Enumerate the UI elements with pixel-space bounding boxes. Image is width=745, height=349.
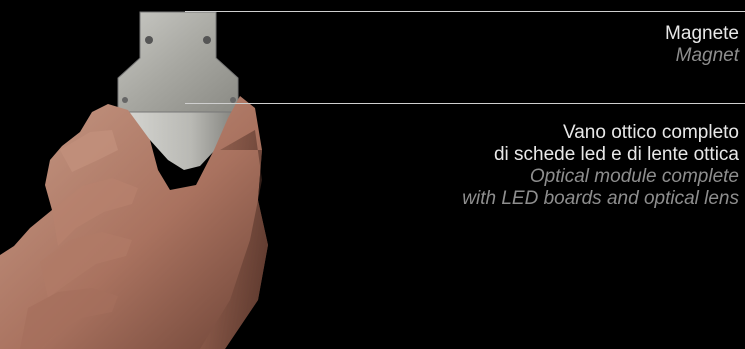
optical-label-en-line2: with LED boards and optical lens xyxy=(462,188,739,209)
magnet-label: Magnete Magnet xyxy=(665,23,739,67)
screw-icon xyxy=(203,36,211,44)
optical-label-it-line2: di schede led e di lente ottica xyxy=(493,144,739,165)
magnet-cap xyxy=(117,11,239,113)
optical-module-leader-line xyxy=(185,103,745,104)
magnet-leader-line xyxy=(185,11,745,12)
magnet-label-it: Magnete xyxy=(665,23,739,44)
product-photo-panel: Magnete Magnet Vano ottico completo di s… xyxy=(0,0,745,349)
optical-label-en-line1: Optical module complete xyxy=(529,166,739,187)
magnet-label-en: Magnet xyxy=(675,45,739,66)
optical-module-label: Vano ottico completo di schede led e di … xyxy=(462,122,739,210)
screw-icon xyxy=(122,97,128,103)
screw-icon xyxy=(145,36,153,44)
optical-label-it-line1: Vano ottico completo xyxy=(562,122,739,143)
